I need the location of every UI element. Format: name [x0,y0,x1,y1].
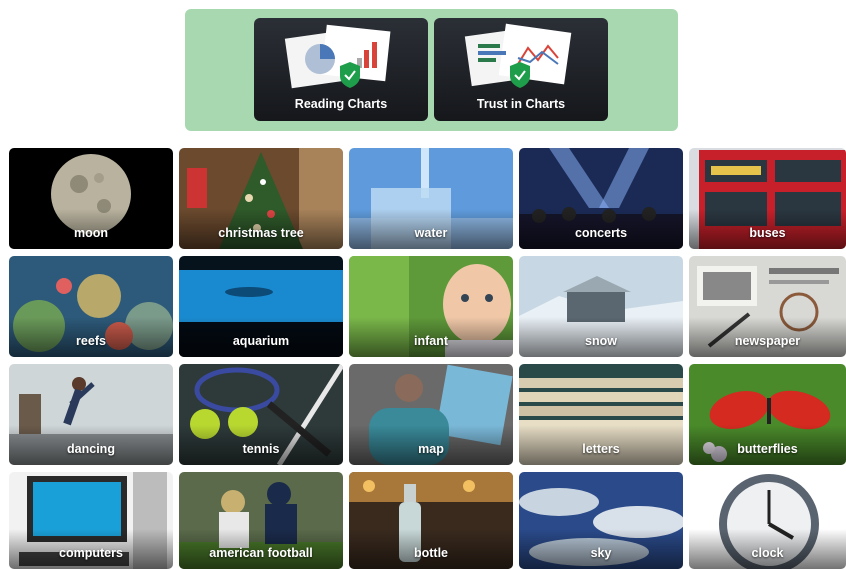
topic-tile-infant[interactable]: infant [349,256,513,357]
card-label: Reading Charts [294,97,388,111]
topic-tile-buses[interactable]: buses [689,148,846,249]
topic-label: american football [209,546,313,560]
topic-label: water [414,226,448,240]
topic-tile-newspaper[interactable]: newspaper [689,256,846,357]
topic-label: snow [585,334,617,348]
topic-label: concerts [574,226,628,240]
topic-tile-reefs[interactable]: reefs [9,256,173,357]
topic-tile-snow[interactable]: snow [519,256,683,357]
topic-label: clock [751,546,784,560]
topic-label: butterflies [737,442,798,456]
reading-charts-card[interactable]: Reading Charts [254,18,428,121]
featured-banner: Reading Charts Trust in Charts [185,9,678,131]
topic-label: dancing [67,442,115,456]
topic-label: infant [413,334,449,348]
line-chart-shield-icon [464,23,572,88]
topic-tile-christmas-tree[interactable]: christmas tree [179,148,343,249]
topic-tile-clock[interactable]: clock [689,472,846,569]
topic-label: aquarium [232,334,290,348]
topic-label: computers [59,546,123,560]
topic-label: bottle [413,546,449,560]
card-label: Trust in Charts [476,97,566,111]
topic-label: tennis [242,442,280,456]
topic-tile-aquarium[interactable]: aquarium [179,256,343,357]
topic-tile-letters[interactable]: letters [519,364,683,465]
topic-tile-sky[interactable]: sky [519,472,683,569]
topic-tile-computers[interactable]: computers [9,472,173,569]
topic-tile-moon[interactable]: moon [9,148,173,249]
pie-chart-shield-icon [284,24,391,89]
topic-tile-map[interactable]: map [349,364,513,465]
topic-label: christmas tree [218,226,304,240]
topic-label: sky [590,546,612,560]
topic-label: newspaper [734,334,801,348]
topic-tile-american-football[interactable]: american football [179,472,343,569]
topic-tile-dancing[interactable]: dancing [9,364,173,465]
topic-tile-concerts[interactable]: concerts [519,148,683,249]
topic-tile-bottle[interactable]: bottle [349,472,513,569]
topic-label: reefs [76,334,106,348]
trust-in-charts-card[interactable]: Trust in Charts [434,18,608,121]
topic-label: moon [73,226,109,240]
topic-tile-butterflies[interactable]: butterflies [689,364,846,465]
topic-label: map [418,442,444,456]
topic-tile-tennis[interactable]: tennis [179,364,343,465]
topic-tile-water[interactable]: water [349,148,513,249]
topic-label: buses [749,226,786,240]
topic-label: letters [582,442,620,456]
